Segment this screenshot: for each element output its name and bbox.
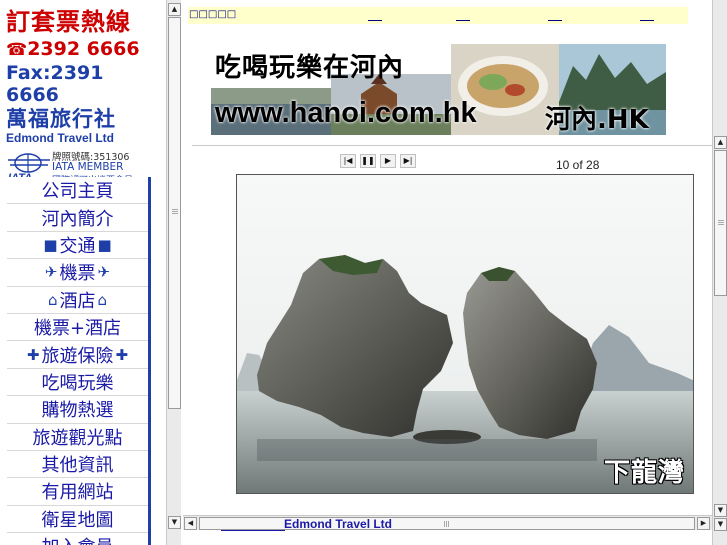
bus-icon: ■ (43, 235, 58, 254)
menu-label: 旅遊保險 (41, 345, 114, 367)
scroll-down-button[interactable]: ▼ (714, 518, 727, 531)
menu-item-home[interactable]: 公司主頁 (7, 177, 148, 205)
menu-item-satellite-map[interactable]: 衛星地圖 (7, 505, 148, 534)
menu-item-shopping[interactable]: 購物熱選 (7, 396, 148, 424)
site-banner[interactable]: 吃喝玩樂在河內 www.hanoi.com.hk 河內.HK (211, 44, 666, 135)
grip-icon (444, 521, 450, 527)
menu-label: 購物熱選 (41, 400, 114, 422)
topbar-link[interactable] (456, 9, 470, 21)
scroll-thumb[interactable] (168, 17, 181, 409)
hotline-prefix: 訂 (6, 8, 31, 36)
menu-item-useful-sites[interactable]: 有用網站 (7, 478, 148, 506)
banner-title: 吃喝玩樂在河內 (215, 53, 405, 83)
scroll-up-button[interactable]: ▲ (714, 136, 727, 149)
menu-label: 機票 (59, 263, 96, 285)
phone-number: ☎2392 6666 (6, 38, 144, 62)
scroll-down-button[interactable]: ▼ (714, 504, 727, 517)
menu-item-sightseeing[interactable]: 旅遊觀光點 (7, 423, 148, 451)
menu-item-hotels[interactable]: ⌂ 酒店 ⌂ (7, 286, 148, 314)
scroll-down-button[interactable]: ▼ (168, 516, 181, 529)
menu-item-air-hotel[interactable]: 機票+酒店 (7, 313, 148, 342)
menu-label: 其他資訊 (41, 455, 114, 477)
menu-item-food-fun[interactable]: 吃喝玩樂 (7, 368, 148, 397)
grip-icon (718, 219, 724, 225)
menu-label: 公司主頁 (41, 181, 114, 203)
agency-name-en: Edmond Travel Ltd (6, 131, 115, 145)
menu-item-transport[interactable]: ■ 交通 ■ (7, 231, 148, 260)
menu-label: 衛星地圖 (41, 509, 114, 531)
pause-button[interactable]: ❚❚ (360, 154, 376, 168)
menu-item-hanoi-intro[interactable]: 河內簡介 (7, 204, 148, 232)
footer-company-link[interactable]: Edmond Travel Ltd (284, 517, 392, 531)
cross-icon: ✚ (115, 345, 129, 364)
hotel-icon: ⌂ (97, 290, 108, 309)
footer-divider (221, 530, 285, 531)
menu-label: 機票+酒店 (33, 318, 122, 340)
phone-icon: ☎ (6, 40, 28, 60)
play-button[interactable]: ▶ (380, 154, 396, 168)
grip-icon (172, 208, 178, 214)
slideshow-frame: |◀ ❚❚ ▶ ▶| 10 of 28 下龍灣 (192, 145, 724, 520)
banner-url: www.hanoi.com.hk (215, 97, 477, 129)
slideshow-controls: |◀ ❚❚ ▶ ▶| (340, 154, 416, 168)
iata-member-label: IATA MEMBER (52, 161, 124, 173)
menu-label: 旅遊觀光點 (32, 427, 123, 449)
menu-label: 河內簡介 (41, 208, 114, 230)
menu-label: 酒店 (59, 290, 96, 312)
topbar-link[interactable] (368, 9, 382, 21)
topbar-link[interactable] (640, 9, 654, 21)
cross-icon: ✚ (26, 345, 40, 364)
menu-label: 吃喝玩樂 (41, 372, 114, 394)
menu-label: 加入會員 (42, 533, 114, 545)
content-frame: □□□□□ 吃喝玩樂在河內 www.hanoi.com.hk 河內.HK |◀ … (183, 0, 727, 545)
slide-photo: 下龍灣 (236, 174, 694, 494)
plane-icon: ✈ (97, 263, 111, 282)
slide-counter: 10 of 28 (556, 158, 600, 172)
page-scrollbar[interactable]: ▲ ▼ ▼ (712, 0, 727, 545)
scroll-left-button[interactable]: ◀ (184, 517, 197, 530)
first-slide-button[interactable]: |◀ (340, 154, 356, 168)
halong-bay-photo (237, 175, 693, 493)
hotel-icon: ⌂ (47, 290, 58, 309)
scroll-right-button[interactable]: ▶ (697, 517, 710, 530)
menu-item-insurance[interactable]: ✚ 旅遊保險 ✚ (7, 341, 148, 369)
bus-icon: ■ (97, 235, 112, 254)
top-link-bar: □□□□□ (188, 7, 688, 24)
scroll-thumb[interactable] (714, 150, 727, 296)
browser-page: 訂套票熱線 ☎2392 6666 Fax:2391 6666 萬福旅行社 Edm… (0, 0, 727, 545)
scroll-up-button[interactable]: ▲ (168, 3, 181, 16)
left-nav-frame: 訂套票熱線 ☎2392 6666 Fax:2391 6666 萬福旅行社 Edm… (0, 0, 166, 545)
side-menu: 公司主頁 河內簡介 ■ 交通 ■ ✈ 機票 ✈ ⌂ 酒店 ⌂ 機票+酒店 ✚ 旅遊保險 ✚ 吃喝… (7, 177, 151, 545)
hscroll-thumb[interactable] (199, 517, 695, 530)
menu-item-other-info[interactable]: 其他資訊 (7, 450, 148, 479)
phone-text: 2392 6666 (27, 38, 140, 60)
hotline-promo: 訂套票熱線 ☎2392 6666 Fax:2391 6666 萬福旅行社 Edm… (6, 8, 144, 186)
fax-number: Fax:2391 6666 (6, 62, 104, 106)
hotline-text: 套票熱線 (31, 8, 131, 36)
left-frame-scrollbar[interactable]: ▲ ▼ (166, 0, 181, 545)
topbar-title: □□□□□ (189, 9, 237, 20)
content-hscrollbar[interactable]: ◀ ▶ (183, 515, 712, 530)
plane-icon: ✈ (44, 263, 58, 282)
menu-label: 有用網站 (41, 482, 114, 504)
banner-brand: 河內.HK (545, 105, 649, 135)
menu-item-join-member[interactable]: 加入會員 (7, 533, 148, 545)
photo-caption: 下龍灣 (603, 458, 685, 488)
menu-label: 交通 (59, 235, 96, 257)
agency-name-zh: 萬福旅行社 (6, 107, 116, 131)
topbar-link[interactable] (548, 9, 562, 21)
hotline-heading: 訂套票熱線 (6, 8, 144, 36)
menu-item-air-tickets[interactable]: ✈ 機票 ✈ (7, 259, 148, 287)
last-slide-button[interactable]: ▶| (400, 154, 416, 168)
